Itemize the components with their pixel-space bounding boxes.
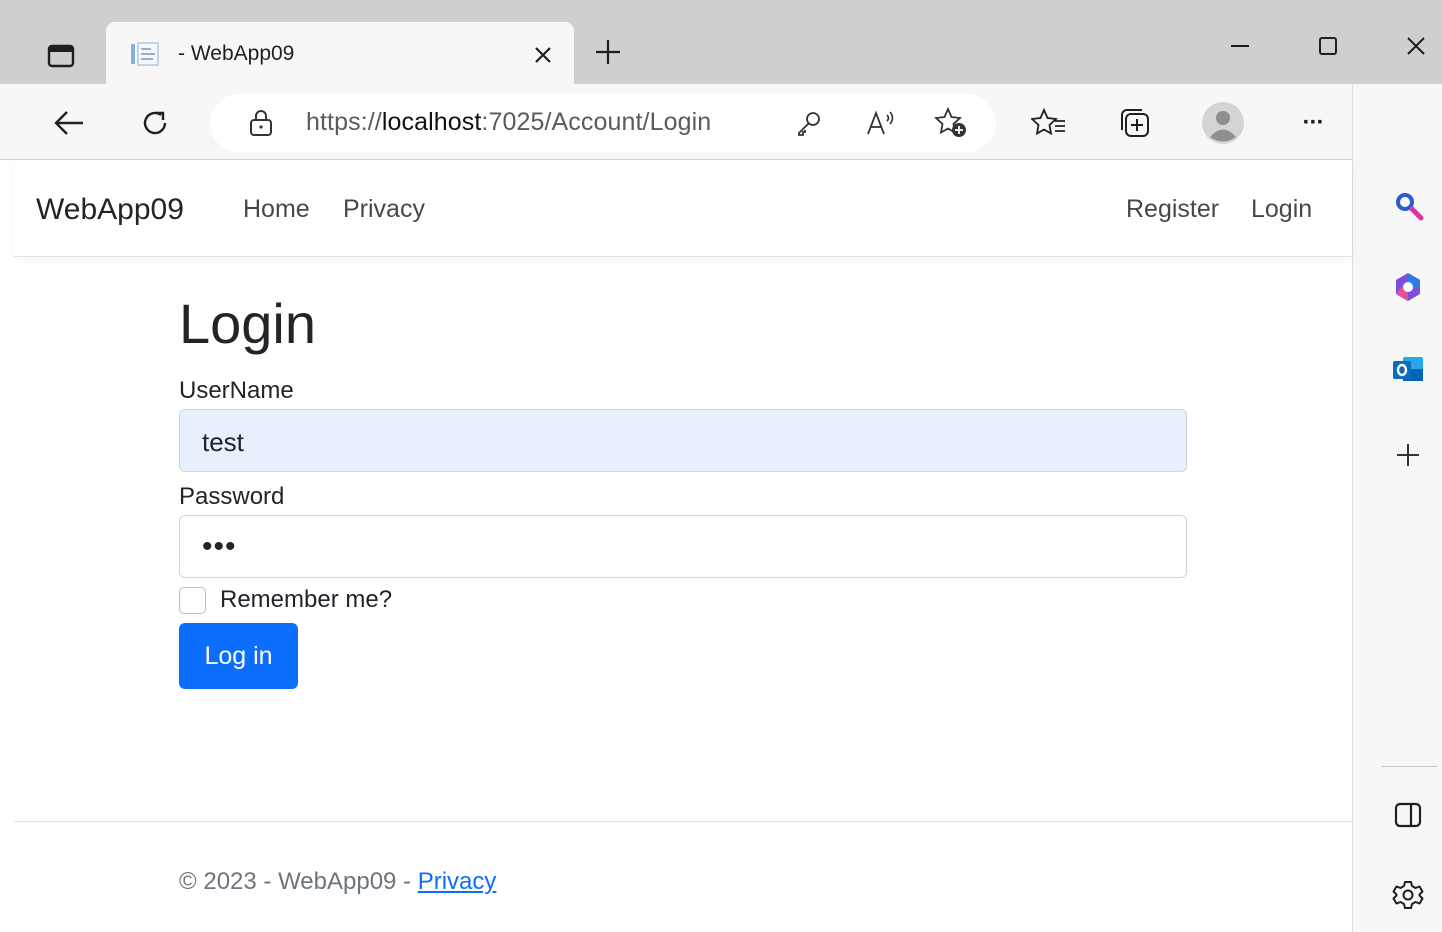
tab-actions-icon [47,44,75,68]
password-input[interactable]: ••• [179,515,1187,578]
nav-link-home[interactable]: Home [243,195,310,224]
search-icon [1396,193,1424,221]
new-tab-button[interactable] [588,32,628,72]
new-tab-icon [596,40,620,64]
tab-actions-button[interactable] [38,36,84,76]
sidebar-divider [1381,766,1437,767]
minimize-button[interactable] [1218,24,1262,68]
sidebar-toggle-icon [1394,802,1422,828]
collections-icon [1121,109,1149,137]
window-close-button[interactable] [1394,24,1438,68]
more-button[interactable]: ··· [1292,102,1334,144]
profile-button[interactable] [1202,102,1244,144]
sidebar-add-button[interactable] [1383,430,1433,480]
username-input[interactable]: test [179,409,1187,472]
maximize-icon [1319,37,1337,55]
web-page: WebApp09 Home Privacy Register Login Log… [14,161,1352,932]
page-title: Login [179,292,317,355]
add-favorite-icon [934,107,966,137]
footer-copyright: © 2023 - WebApp09 - [179,868,418,895]
site-footer: © 2023 - WebApp09 - Privacy [14,821,1352,932]
window-close-icon [1407,37,1425,55]
tab-title: - WebApp09 [178,42,295,65]
sidebar-settings-button[interactable] [1383,870,1433,920]
copilot-icon [1396,273,1420,301]
nav-link-login[interactable]: Login [1251,195,1312,224]
sidebar-copilot-button[interactable] [1383,262,1433,312]
browser-titlebar: - WebApp09 [0,0,1442,84]
lock-icon [250,110,272,136]
footer-privacy-link[interactable]: Privacy [418,868,497,895]
nav-link-privacy[interactable]: Privacy [343,195,425,224]
refresh-icon [143,111,167,135]
sidebar-toggle-button[interactable] [1383,790,1433,840]
add-favorite-button[interactable] [932,104,970,142]
favorites-icon [1031,107,1065,136]
favorites-button[interactable] [1028,102,1070,144]
sidebar-outlook-button[interactable] [1383,344,1433,394]
login-button[interactable]: Log in [179,623,298,689]
key-icon [798,112,820,136]
more-icon: ··· [1302,109,1325,136]
browser-sidebar [1352,84,1442,932]
remember-me-label[interactable]: Remember me? [220,586,392,614]
sidebar-search-button[interactable] [1383,180,1433,230]
username-value: test [202,427,244,457]
browser-toolbar: https://localhost:7025/Account/Login ··· [0,84,1366,160]
read-aloud-icon [867,110,894,135]
footer-text: © 2023 - WebApp09 - Privacy [179,868,496,896]
minimize-icon [1231,45,1249,47]
close-icon [535,47,551,63]
profile-icon [1202,102,1244,144]
nav-link-register[interactable]: Register [1126,195,1219,224]
password-mask: ••• [202,530,237,563]
back-button[interactable] [48,102,90,144]
password-key-button[interactable] [790,104,828,142]
collections-button[interactable] [1114,102,1156,144]
back-icon [54,111,83,135]
navbar-brand[interactable]: WebApp09 [36,193,184,227]
tab-close-button[interactable] [526,38,560,72]
settings-icon [1392,881,1424,909]
address-bar[interactable]: https://localhost:7025/Account/Login [210,94,996,152]
site-navbar: WebApp09 Home Privacy Register Login [14,161,1352,257]
remember-me-checkbox[interactable] [179,587,206,614]
username-label: UserName [179,377,294,404]
read-aloud-button[interactable] [862,104,900,142]
password-label: Password [179,483,285,510]
page-favicon-icon [131,42,159,66]
refresh-button[interactable] [134,102,176,144]
browser-tab-active[interactable]: - WebApp09 [106,22,574,84]
address-url[interactable]: https://localhost:7025/Account/Login [306,108,711,137]
maximize-button[interactable] [1306,24,1350,68]
outlook-icon [1393,357,1423,381]
add-icon [1397,444,1419,466]
site-info-button[interactable] [242,104,280,142]
